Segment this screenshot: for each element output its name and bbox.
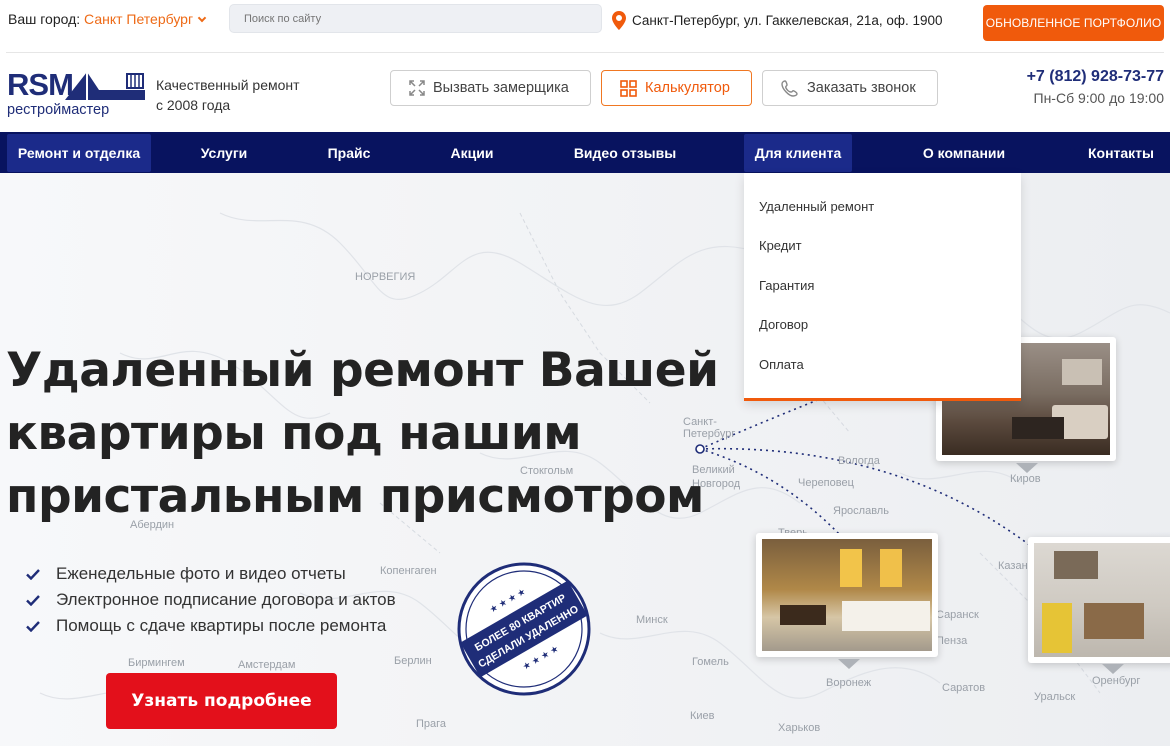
logo-main: RSM	[7, 67, 74, 102]
dropdown-item-remote-repair[interactable]: Удаленный ремонт	[759, 199, 874, 214]
top-bar: Ваш город: Санкт Петербург Санкт-Петербу…	[0, 0, 1170, 42]
list-item: Еженедельные фото и видео отчеты	[26, 561, 396, 587]
map-label: Вологда	[838, 455, 880, 467]
calculator-button-label: Калькулятор	[645, 80, 730, 96]
map-label: Воронеж	[826, 677, 872, 689]
list-item: Помощь с сдаче квартиры после ремонта	[26, 613, 396, 639]
main-navigation: Ремонт и отделка Услуги Прайс Акции Виде…	[0, 132, 1170, 173]
pin-arrow	[1102, 664, 1124, 674]
list-item: Электронное подписание договора и актов	[26, 587, 396, 613]
nav-item-services[interactable]: Услуги	[180, 134, 268, 172]
check-icon	[26, 594, 40, 606]
calculator-icon	[620, 79, 637, 97]
client-dropdown-menu: Удаленный ремонт Кредит Гарантия Договор…	[744, 173, 1021, 401]
dropdown-item-payment[interactable]: Оплата	[759, 357, 804, 372]
map-label: Прага	[416, 718, 447, 730]
location-pin-icon	[612, 11, 626, 30]
order-call-button[interactable]: Заказать звонок	[762, 70, 938, 106]
learn-more-button[interactable]: Узнать подробнее	[106, 673, 337, 729]
search-input[interactable]	[229, 4, 602, 33]
map-label: Амстердам	[238, 659, 296, 671]
nav-item-price[interactable]: Прайс	[310, 134, 388, 172]
city-value[interactable]: Санкт Петербург	[84, 11, 193, 27]
hero-title-line: квартиры под нашим	[6, 406, 582, 461]
check-icon	[26, 568, 40, 580]
nav-item-about[interactable]: О компании	[906, 134, 1022, 172]
expand-icon	[409, 80, 425, 96]
map-label: НОРВЕГИЯ	[355, 271, 416, 283]
company-logo[interactable]: RSM рестроймастер	[7, 68, 145, 122]
phone-number[interactable]: +7 (812) 928-73-77	[1027, 68, 1164, 86]
city-label: Ваш город:	[8, 11, 81, 27]
apartment-photo-moscow[interactable]	[756, 533, 938, 657]
feature-text: Помощь с сдаче квартиры после ремонта	[56, 616, 387, 635]
feature-text: Еженедельные фото и видео отчеты	[56, 564, 346, 583]
map-label: Череповец	[798, 477, 854, 489]
nav-item-video-reviews[interactable]: Видео отзывы	[563, 134, 687, 172]
map-label: Ярославль	[833, 505, 889, 517]
logo-subtitle: рестроймастер	[7, 102, 110, 118]
map-label: Харьков	[778, 722, 821, 734]
map-label: Уральск	[1034, 691, 1076, 703]
logo-graphic	[65, 72, 145, 100]
feature-list: Еженедельные фото и видео отчеты Электро…	[26, 561, 396, 639]
map-label: Саранск	[936, 609, 979, 621]
map-label: Пенза	[936, 635, 968, 647]
tagline-line: с 2008 года	[156, 97, 231, 113]
divider	[6, 52, 1164, 53]
map-label: Киров	[1010, 473, 1041, 485]
map-label: Гомель	[692, 656, 729, 668]
pin-arrow	[1016, 463, 1038, 473]
tagline: Качественный ремонт с 2008 года	[156, 75, 300, 115]
nav-item-for-client[interactable]: Для клиента	[744, 134, 852, 172]
address-text: Санкт-Петербург, ул. Гаккелевская, 21а, …	[632, 13, 943, 28]
pin-arrow	[838, 659, 860, 669]
office-address: Санкт-Петербург, ул. Гаккелевская, 21а, …	[612, 11, 943, 30]
city-selector[interactable]: Ваш город: Санкт Петербург	[8, 11, 207, 27]
nav-item-contacts[interactable]: Контакты	[1078, 134, 1164, 172]
map-label: Бирмингем	[128, 657, 185, 669]
map-label: Оренбург	[1092, 675, 1141, 687]
measure-button-label: Вызвать замерщика	[433, 80, 569, 96]
feature-text: Электронное подписание договора и актов	[56, 590, 396, 609]
chevron-down-icon[interactable]	[197, 13, 207, 23]
dropdown-item-credit[interactable]: Кредит	[759, 238, 802, 253]
check-icon	[26, 620, 40, 632]
nav-item-repair[interactable]: Ремонт и отделка	[7, 134, 151, 172]
map-label: Киев	[690, 710, 715, 722]
map-label: Минск	[636, 614, 668, 626]
map-label: Берлин	[394, 655, 432, 667]
hero-title-line: Удаленный ремонт Вашей	[6, 343, 719, 398]
working-hours: Пн-Сб 9:00 до 19:00	[1033, 90, 1165, 106]
dropdown-item-warranty[interactable]: Гарантия	[759, 278, 814, 293]
apartment-photo-kazan[interactable]	[1028, 537, 1170, 663]
hero-title: Удаленный ремонт Вашей квартиры под наши…	[6, 339, 726, 528]
calculator-button[interactable]: Калькулятор	[601, 70, 752, 106]
call-button-label: Заказать звонок	[807, 80, 916, 96]
map-label: Саратов	[942, 682, 986, 694]
call-measurer-button[interactable]: Вызвать замерщика	[390, 70, 591, 106]
hero-title-line: пристальным присмотром	[6, 469, 704, 524]
nav-item-promotions[interactable]: Акции	[432, 134, 512, 172]
tagline-line: Качественный ремонт	[156, 77, 300, 93]
phone-icon	[781, 80, 798, 97]
dropdown-item-contract[interactable]: Договор	[759, 317, 808, 332]
portfolio-button[interactable]: Обновленное портфолио	[983, 5, 1164, 41]
stamp-badge: БОЛЕЕ 80 КВАРТИР СДЕЛАЛИ УДАЛЕННО ★ ★ ★ …	[457, 562, 591, 696]
